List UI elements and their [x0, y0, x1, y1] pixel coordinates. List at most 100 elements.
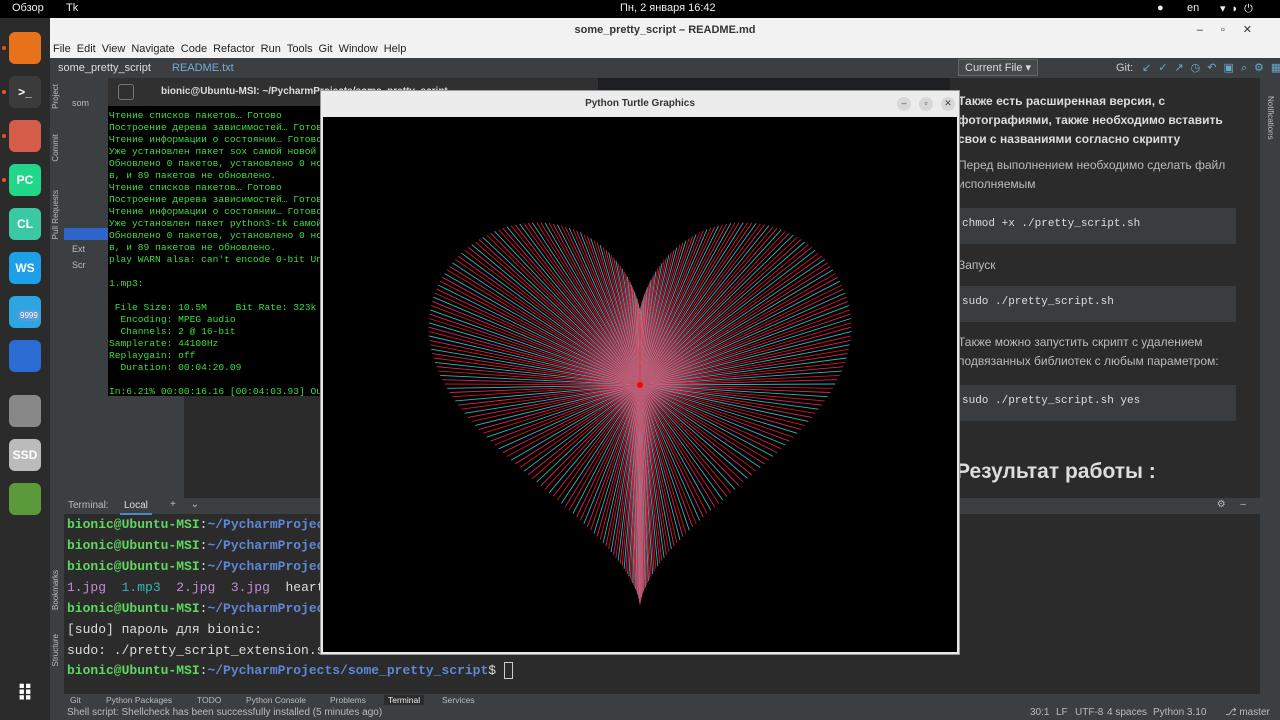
- menu-tools[interactable]: Tools: [287, 43, 313, 55]
- breadcrumb-project[interactable]: some_pretty_script: [58, 62, 151, 74]
- show-apps-icon[interactable]: ⠿: [9, 678, 41, 710]
- readme-heading-result: Результат работы :: [956, 460, 1156, 483]
- menu-run[interactable]: Run: [261, 43, 281, 55]
- readme-preview: Также есть расширенная версия, с фотогра…: [950, 78, 1260, 498]
- new-terminal-button[interactable]: + ⌄: [170, 499, 205, 510]
- telegram-badge: 9999: [17, 310, 41, 321]
- running-indicator: [2, 178, 6, 182]
- shell-output-line: Чтение информации о состоянии… Готово: [109, 206, 323, 217]
- tool-tab-git[interactable]: Git: [70, 695, 81, 705]
- menu-view[interactable]: View: [102, 43, 126, 55]
- python-interpreter[interactable]: Python 3.10: [1153, 707, 1206, 718]
- system-tray-icons[interactable]: ▾◗⏻: [1220, 2, 1259, 16]
- ssd-icon[interactable]: SSD: [9, 439, 41, 471]
- tool-tab-terminal[interactable]: Terminal: [384, 695, 425, 705]
- running-indicator: [2, 134, 6, 138]
- terminal-line: bionic@Ubuntu-MSI:~/PycharmProjects: [67, 538, 341, 553]
- menu-git[interactable]: Git: [319, 43, 333, 55]
- browser-indicator-icon[interactable]: ●: [1157, 2, 1164, 14]
- pycharm-icon[interactable]: PC: [9, 164, 41, 196]
- shell-output-line: 1.mp3:: [109, 278, 144, 289]
- terminal-sudo-prompt: [sudo] пароль для bionic:: [67, 622, 263, 637]
- terminal-prompt[interactable]: bionic@Ubuntu-MSI:~/PycharmProjects/some…: [67, 662, 513, 679]
- keyboard-layout[interactable]: en: [1187, 2, 1199, 14]
- tool-tab-todo[interactable]: TODO: [197, 695, 221, 705]
- terminal-icon[interactable]: >_: [9, 76, 41, 108]
- tab-commit[interactable]: Commit: [51, 134, 60, 162]
- git-branch-label: master: [1239, 707, 1270, 718]
- shell-output-line: в, и 89 пакетов не обновлено.: [109, 242, 276, 253]
- app-menu[interactable]: Tk: [66, 2, 78, 14]
- tab-project[interactable]: Project: [51, 84, 60, 109]
- heart-ray: [639, 276, 838, 386]
- menu-refactor[interactable]: Refactor: [213, 43, 255, 55]
- git-label: Git:: [1116, 62, 1134, 74]
- left-tool-strip: Project Commit Pull Requests Bookmarks S…: [50, 78, 64, 694]
- caret-position[interactable]: 30:1: [1030, 707, 1049, 718]
- menu-window[interactable]: Window: [339, 43, 378, 55]
- menu-code[interactable]: Code: [181, 43, 207, 55]
- shell-output-line: в, и 89 пакетов не обновлено.: [109, 170, 276, 181]
- terminal-file-listing: 1.jpg 1.mp3 2.jpg 3.jpg heart.p: [67, 580, 341, 595]
- tree-external-libs[interactable]: Ext: [72, 244, 85, 254]
- text-editor-icon[interactable]: [9, 340, 41, 372]
- terminal-tab-local[interactable]: Local: [120, 498, 152, 515]
- tool-tab-python-console[interactable]: Python Console: [246, 695, 306, 705]
- clion-icon[interactable]: CL: [9, 208, 41, 240]
- new-tab-icon[interactable]: [118, 84, 134, 100]
- terminal-settings-icon[interactable]: ⚙ –: [1217, 499, 1252, 510]
- readme-paragraph-2: Перед выполнением необходимо сделать фай…: [958, 158, 1226, 191]
- turtle-window[interactable]: Python Turtle Graphics – ▫ ✕: [320, 90, 960, 655]
- status-message[interactable]: Shell script: Shellcheck has been succes…: [67, 707, 382, 718]
- maximize-button[interactable]: ▫: [919, 97, 933, 111]
- git-branch[interactable]: ⎇ master: [1225, 707, 1270, 718]
- shell-output-line: Channels: 2 @ 16-bit: [109, 326, 236, 337]
- tool-tab-services[interactable]: Services: [442, 695, 475, 705]
- readme-paragraph-3: Запуск: [958, 258, 996, 272]
- tab-structure[interactable]: Structure: [51, 634, 60, 666]
- trash-icon[interactable]: [9, 483, 41, 515]
- tool-tab-python-packages[interactable]: Python Packages: [106, 695, 172, 705]
- shell-output-line: Чтение информации о состоянии… Готово: [109, 134, 323, 145]
- activities-button[interactable]: Обзор: [12, 2, 44, 14]
- terminal-line: bionic@Ubuntu-MSI:~/PycharmProjects: [67, 517, 341, 532]
- file-encoding[interactable]: UTF-8: [1075, 707, 1103, 718]
- turtle-canvas: [323, 117, 957, 652]
- readme-code-2: sudo ./pretty_script.sh: [950, 286, 1236, 322]
- menu-navigate[interactable]: Navigate: [131, 43, 174, 55]
- run-config-select[interactable]: Current File ▾: [958, 59, 1039, 76]
- shell-output-line: File Size: 10.5M Bit Rate: 323k: [109, 302, 317, 313]
- tree-root[interactable]: som: [72, 98, 89, 108]
- shell-output-line: Построение дерева зависимостей… Готово: [109, 194, 328, 205]
- minimize-button[interactable]: –: [897, 97, 911, 111]
- tree-scratches[interactable]: Scr: [72, 260, 86, 270]
- tab-notifications[interactable]: Notifications: [1266, 96, 1275, 140]
- turtle-title: Python Turtle Graphics: [585, 98, 695, 109]
- clock[interactable]: Пн, 2 января 16:42: [620, 2, 716, 14]
- webstorm-icon[interactable]: WS: [9, 252, 41, 284]
- tab-bookmarks[interactable]: Bookmarks: [51, 570, 60, 610]
- right-tool-strip: [1260, 78, 1280, 694]
- toolbar-icons[interactable]: ↙✓↗◷↶▣⌕⚙▦: [1142, 61, 1280, 75]
- close-button[interactable]: ✕: [941, 97, 955, 111]
- shell-output-line: Duration: 00:04:20.09: [109, 362, 242, 373]
- files-icon[interactable]: [9, 120, 41, 152]
- running-indicator: [2, 90, 6, 94]
- navigation-bar: some_pretty_script README.txt Current Fi…: [50, 58, 1280, 78]
- menu-bar: File Edit View Navigate Code Refactor Run Tools…: [50, 42, 1280, 58]
- turtle-cursor: [637, 382, 643, 388]
- indent-setting[interactable]: 4 spaces: [1107, 707, 1147, 718]
- window-title: some_pretty_script – README.md: [574, 24, 756, 36]
- menu-edit[interactable]: Edit: [77, 43, 96, 55]
- tab-pull-requests[interactable]: Pull Requests: [51, 190, 60, 239]
- line-separator[interactable]: LF: [1056, 707, 1068, 718]
- window-controls[interactable]: –▫✕: [1197, 23, 1270, 36]
- menu-help[interactable]: Help: [384, 43, 407, 55]
- menu-file[interactable]: File: [53, 43, 71, 55]
- firefox-icon[interactable]: [9, 32, 41, 64]
- tool-tab-problems[interactable]: Problems: [330, 695, 366, 705]
- tree-selection: [64, 228, 110, 240]
- readme-code-3: sudo ./pretty_script.sh yes: [950, 385, 1236, 421]
- breadcrumb-file[interactable]: README.txt: [172, 62, 234, 74]
- settings-icon[interactable]: [9, 395, 41, 427]
